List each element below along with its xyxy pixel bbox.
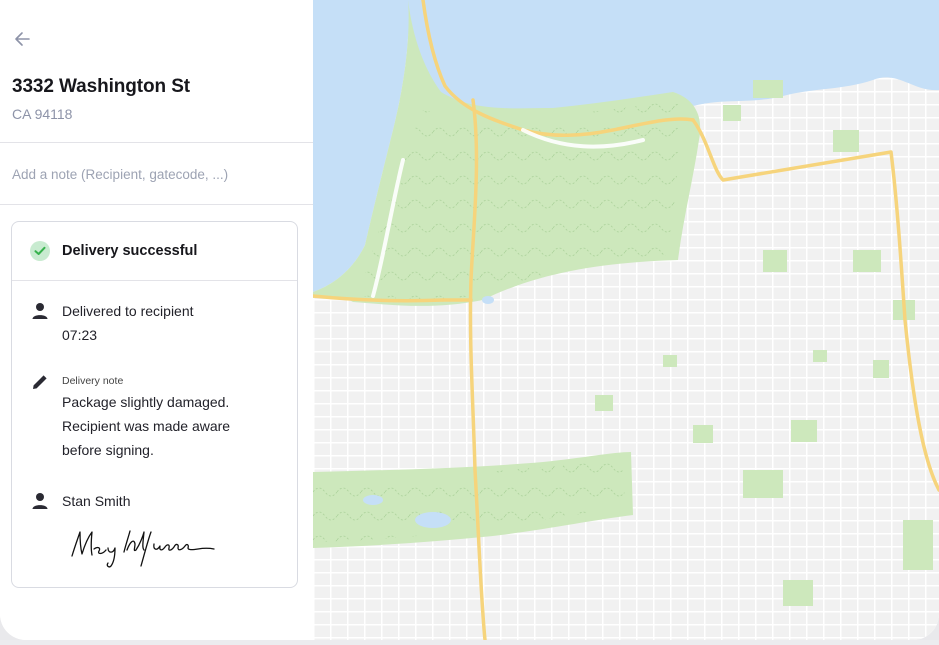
person-icon — [32, 303, 48, 319]
address-subtitle: CA 94118 — [12, 106, 73, 122]
recipient-label: Delivered to recipient — [62, 303, 194, 319]
person-icon — [32, 493, 48, 509]
status-header: Delivery successful — [12, 222, 297, 281]
app-window: 3332 Washington St CA 94118 Delivery suc… — [0, 0, 939, 640]
check-circle-icon — [30, 241, 50, 261]
delivery-note-line: Package slightly damaged. — [62, 394, 230, 410]
back-button[interactable] — [8, 27, 36, 51]
delivery-time: 07:23 — [62, 327, 98, 343]
address-title: 3332 Washington St — [12, 76, 191, 97]
delivery-detail-panel: 3332 Washington St CA 94118 Delivery suc… — [0, 0, 313, 640]
signer-name: Stan Smith — [62, 493, 131, 509]
delivery-note-label: Delivery note — [62, 375, 124, 387]
delivery-note-line: before signing. — [62, 442, 154, 458]
signature-image — [71, 530, 215, 568]
map-canvas — [313, 0, 939, 640]
delivery-status-card: Delivery successful Delivered to recipie… — [11, 221, 298, 588]
note-input[interactable] — [0, 143, 313, 205]
arrow-left-icon — [15, 32, 30, 46]
window-bottom-edge — [0, 640, 939, 645]
map-view[interactable] — [313, 0, 939, 640]
pencil-icon — [33, 375, 47, 389]
delivery-note-line: Recipient was made aware — [62, 418, 231, 434]
divider — [0, 204, 313, 205]
status-label: Delivery successful — [62, 243, 198, 259]
